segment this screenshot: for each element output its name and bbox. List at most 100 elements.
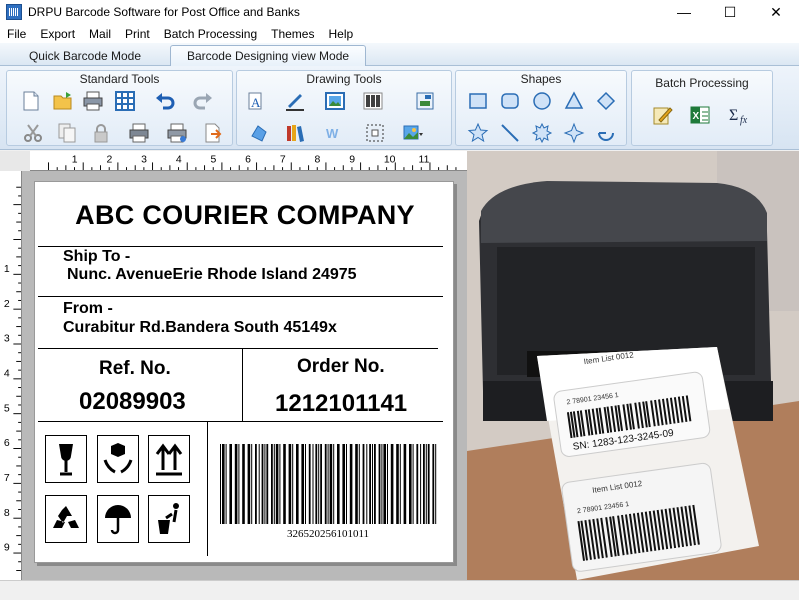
barcode-bar xyxy=(329,444,333,524)
handle-with-care-icon[interactable] xyxy=(97,435,139,483)
barcode-bar xyxy=(427,444,430,524)
print-icon[interactable] xyxy=(81,89,105,113)
barcode-bar xyxy=(409,444,412,524)
barcode-bar xyxy=(399,444,401,524)
books-icon[interactable] xyxy=(283,121,307,145)
divider-line xyxy=(38,421,443,422)
barcode-bar xyxy=(346,444,347,524)
batch-edit-icon[interactable] xyxy=(650,103,674,127)
ruler-number: 6 xyxy=(4,437,10,449)
image-dropdown-icon[interactable] xyxy=(401,121,425,145)
picture-icon[interactable] xyxy=(323,89,347,113)
ruler-number: 8 xyxy=(4,507,10,519)
menu-help[interactable]: Help xyxy=(321,27,360,41)
four-point-star-icon[interactable] xyxy=(562,121,586,145)
pen-icon[interactable] xyxy=(283,89,307,113)
ruler-number: 7 xyxy=(4,472,10,484)
formula-icon[interactable]: Σfx xyxy=(728,103,752,127)
barcode-bar xyxy=(315,444,318,524)
ruler-corner xyxy=(0,151,30,171)
keep-dry-icon[interactable] xyxy=(97,495,139,543)
menu-themes[interactable]: Themes xyxy=(264,27,321,41)
copy-icon[interactable] xyxy=(55,121,79,145)
menu-mail[interactable]: Mail xyxy=(82,27,118,41)
grid-icon[interactable] xyxy=(113,89,137,113)
undo-icon[interactable] xyxy=(153,89,177,113)
ref-no-value[interactable]: 02089903 xyxy=(79,388,186,416)
tab-barcode-designing-view-mode[interactable]: Barcode Designing view Mode xyxy=(170,45,366,66)
diamond-icon[interactable] xyxy=(594,89,618,113)
menu-bar: File Export Mail Print Batch Processing … xyxy=(0,24,799,43)
barcode-bar xyxy=(355,444,358,524)
open-icon[interactable] xyxy=(51,89,75,113)
barcode-bar xyxy=(258,444,260,524)
tab-quick-barcode-mode[interactable]: Quick Barcode Mode xyxy=(20,45,150,66)
divider-line xyxy=(207,421,208,556)
menu-print[interactable]: Print xyxy=(118,27,157,41)
burst-icon[interactable] xyxy=(530,121,554,145)
arc-icon[interactable] xyxy=(594,121,618,145)
rounded-rectangle-icon[interactable] xyxy=(498,89,522,113)
barcode-bar xyxy=(318,444,320,524)
export-icon[interactable] xyxy=(201,121,225,145)
ship-to-label[interactable]: Ship To - xyxy=(63,248,130,266)
text-icon[interactable]: A xyxy=(245,89,269,113)
barcode-bar xyxy=(423,444,425,524)
print-preview-icon[interactable] xyxy=(127,121,151,145)
shapes-group: Shapes xyxy=(455,70,627,146)
minimize-button[interactable]: — xyxy=(661,0,707,24)
from-address[interactable]: Curabitur Rd.Bandera South 45149x xyxy=(63,319,337,337)
group-label-shapes: Shapes xyxy=(520,72,562,86)
watermark-icon[interactable]: W xyxy=(323,121,347,145)
new-icon[interactable] xyxy=(19,89,43,113)
barcode-icon[interactable] xyxy=(361,89,385,113)
triangle-icon[interactable] xyxy=(562,89,586,113)
standard-tools-group: Standard Tools xyxy=(6,70,233,146)
vertical-ruler: 1 2 3 4 5 6 7 8 9 xyxy=(0,171,22,580)
recycle-icon[interactable] xyxy=(45,495,87,543)
lock-icon[interactable] xyxy=(89,121,113,145)
drawing-tools-group: Drawing Tools A W xyxy=(236,70,452,146)
fragile-icon[interactable] xyxy=(45,435,87,483)
cut-icon[interactable] xyxy=(21,121,45,145)
menu-export[interactable]: Export xyxy=(33,27,82,41)
svg-text:A: A xyxy=(251,95,261,110)
star-icon[interactable] xyxy=(466,121,490,145)
ship-to-address[interactable]: Nunc. AvenueErie Rhode Island 24975 xyxy=(67,266,357,284)
rectangle-icon[interactable] xyxy=(466,89,490,113)
from-label[interactable]: From - xyxy=(63,300,113,318)
order-no-label[interactable]: Order No. xyxy=(297,356,385,378)
image-export-icon[interactable] xyxy=(413,89,437,113)
ruler-number: 9 xyxy=(349,154,355,165)
select-icon[interactable] xyxy=(363,121,387,145)
ruler-number: 4 xyxy=(176,154,182,165)
shape-fill-icon[interactable] xyxy=(247,121,271,145)
barcode-label[interactable]: ABC COURIER COMPANY Ship To - Nunc. Aven… xyxy=(34,181,454,563)
barcode-bar xyxy=(296,444,299,524)
barcode-bar xyxy=(333,444,335,524)
order-no-value[interactable]: 1212101141 xyxy=(275,390,407,418)
ruler-number: 1 xyxy=(72,154,78,165)
barcode-bar xyxy=(362,444,365,524)
maximize-button[interactable]: ☐ xyxy=(707,0,753,24)
company-name[interactable]: ABC COURIER COMPANY xyxy=(35,200,455,231)
divider-line xyxy=(38,246,443,247)
barcode-bar xyxy=(301,444,304,524)
barcode-number[interactable]: 326520256101011 xyxy=(218,528,438,540)
ref-no-label[interactable]: Ref. No. xyxy=(99,358,171,380)
menu-batch-processing[interactable]: Batch Processing xyxy=(157,27,264,41)
redo-icon[interactable] xyxy=(191,89,215,113)
ruler-number: 9 xyxy=(4,542,10,554)
print-setup-icon[interactable] xyxy=(165,121,189,145)
ribbon: Standard Tools Drawing Tools A W Shapes xyxy=(0,66,799,150)
excel-icon[interactable]: X xyxy=(688,103,712,127)
barcode-bar xyxy=(337,444,340,524)
design-canvas[interactable]: ABC COURIER COMPANY Ship To - Nunc. Aven… xyxy=(22,171,467,580)
line-icon[interactable] xyxy=(498,121,522,145)
dispose-properly-icon[interactable] xyxy=(148,495,190,543)
menu-file[interactable]: File xyxy=(0,27,33,41)
barcode-image[interactable] xyxy=(218,444,438,524)
this-side-up-icon[interactable] xyxy=(148,435,190,483)
ellipse-icon[interactable] xyxy=(530,89,554,113)
close-button[interactable]: ✕ xyxy=(753,0,799,24)
